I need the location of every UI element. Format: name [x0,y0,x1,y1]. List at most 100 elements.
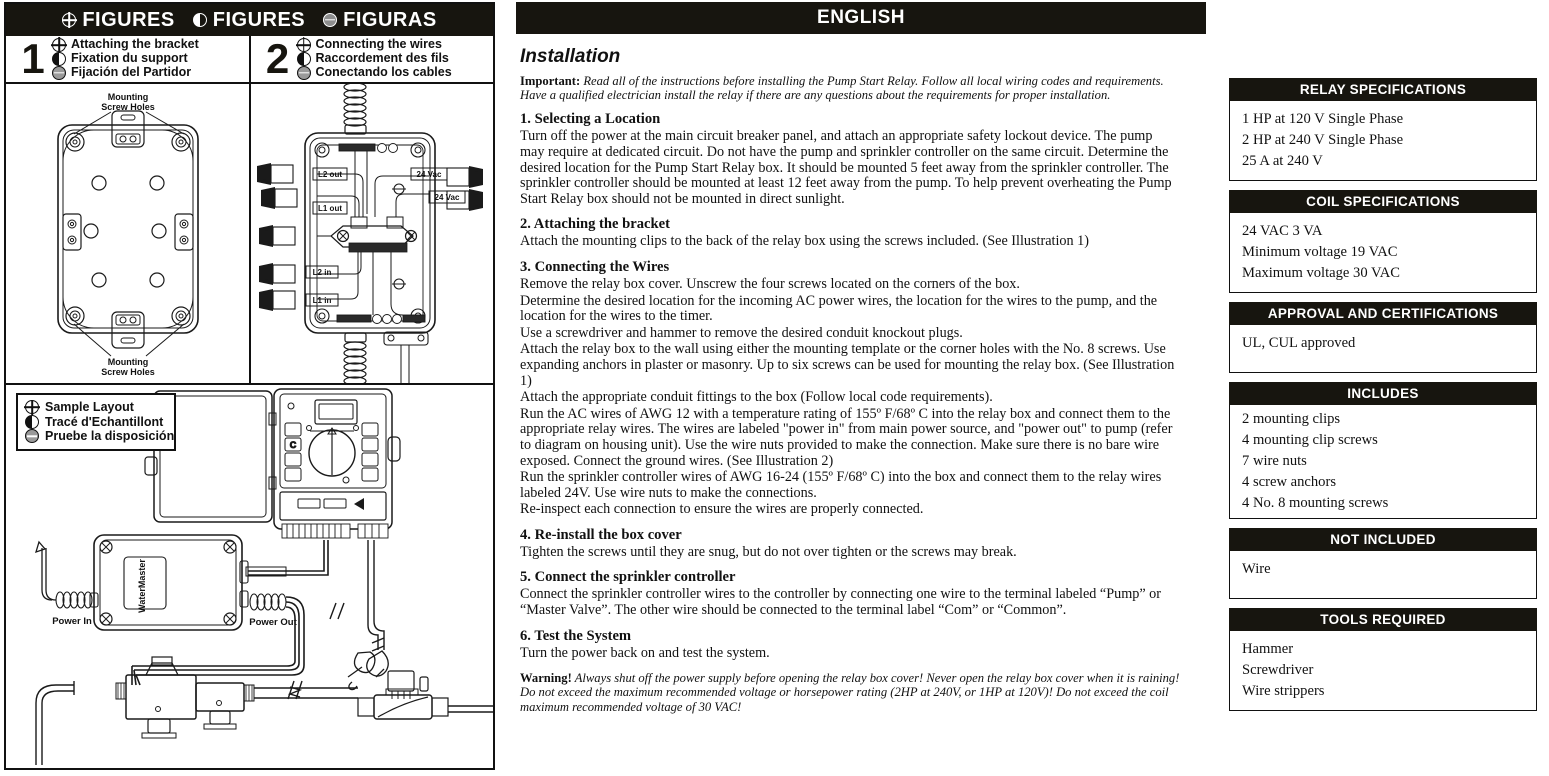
spec-item: 7 wire nuts [1242,453,1307,469]
tools-required-title: TOOLS REQUIRED [1229,608,1537,631]
relay-brand-label: WaterMaster [137,559,147,613]
section-3-paragraph-1: Remove the relay box cover. Unscrew the … [520,275,1020,292]
approval-certifications-title: APPROVAL AND CERTIFICATIONS [1229,302,1537,325]
globe-icon-french [296,52,311,66]
section-4: 4. Re-install the box cover Tighten the … [516,527,1206,561]
figure-1-title-cell: 1 Attaching the bracket Fixation du supp… [6,36,251,82]
coil-specifications-title: COIL SPECIFICATIONS [1229,190,1537,213]
figure-1-title-es: Fijación del Partidor [71,65,192,80]
figure-2-title-en: Connecting the wires [315,37,442,52]
globe-icon-english [52,38,66,52]
section-2-paragraph-1: Attach the mounting clips to the back of… [520,233,1089,250]
sample-layout-title-es: Pruebe la disposición [45,429,175,443]
includes-table: INCLUDES 2 mounting clips 4 mounting cli… [1229,382,1537,519]
section-6-heading: 6. Test the System [520,627,632,644]
power-in-label: Power In [52,616,92,627]
language-bar: ENGLISH [516,2,1206,34]
section-3-paragraph-8: Re-inspect each connection to ensure the… [520,501,924,518]
relay-specifications-table: RELAY SPECIFICATIONS 1 HP at 120 V Singl… [1229,78,1537,181]
globe-icon-french [25,414,39,429]
figure-1-illustration: Mounting Screw Holes Mounting Screw Hole… [6,84,251,383]
mounting-screw-holes-label-bottom-line1: Mounting [108,357,148,367]
section-3: 3. Connecting the Wires Remove the relay… [516,259,1206,518]
spec-item: 2 mounting clips [1242,411,1341,427]
spec-item: 25 A at 240 V [1242,153,1323,169]
figure-1-number: 1 [21,35,45,82]
important-label: Important: [520,74,581,88]
section-1-heading: 1. Selecting a Location [520,111,661,128]
section-3-heading: 3. Connecting the Wires [520,258,670,275]
figure-illustrations-row: Mounting Screw Holes Mounting Screw Hole… [6,84,493,385]
figures-header-fr: FIGURES [192,8,306,32]
spec-item: Hammer [1242,641,1294,657]
spec-item: 4 screw anchors [1242,474,1337,490]
figure-1-titles: Attaching the bracket Fixation du suppor… [52,38,199,80]
includes-title: INCLUDES [1229,382,1537,405]
important-text: Read all of the instructions before inst… [520,74,1164,103]
wire-nut [256,163,294,185]
figures-header-label-es: FIGURAS [343,8,437,31]
important-note: Important: Read all of the instructions … [520,74,1180,102]
globe-icon-english [62,13,77,27]
section-4-heading: 4. Re-install the box cover [520,526,682,543]
section-5-heading: 5. Connect the sprinkler controller [520,569,736,586]
warning-note: Warning! Always shut off the power suppl… [520,671,1180,714]
instructions-column: ENGLISH Installation Important: Read all… [516,2,1206,770]
not-included-title: NOT INCLUDED [1229,528,1537,551]
globe-icon-spanish [323,13,338,27]
wire-label-l1-out: L1 out [318,204,342,213]
svg-text:C: C [290,440,297,450]
section-1: 1. Selecting a Location Turn off the pow… [516,111,1206,207]
wire-label-24vac-1: 24 Vac [416,170,441,179]
sample-layout-title-fr: Tracé d'Echantillont [45,414,164,429]
section-5: 5. Connect the sprinkler controller Conn… [516,569,1206,618]
section-6: 6. Test the System Turn the power back o… [516,628,1206,662]
tools-required-body: Hammer Screwdriver Wire strippers [1229,631,1537,711]
page-title: Installation [520,46,621,67]
power-out-label: Power Out [249,617,297,628]
figure-2-title-cell: 2 Connecting the wires Raccordement des … [251,36,494,82]
figure-2-illustration: L2 out L1 out L2 in L1 in 24 Vac 24 Vac [251,84,494,383]
section-3-paragraph-2: Determine the desired location for the i… [520,292,1158,325]
globe-icon-spanish [52,66,66,80]
figure-2-title-es: Conectando los cables [315,65,452,80]
section-6-paragraph-1: Turn the power back on and test the syst… [520,644,770,661]
globe-icon-english [25,400,39,415]
spec-item: 2 HP at 240 V Single Phase [1242,132,1404,148]
section-4-paragraph-1: Tighten the screws until they are snug, … [520,543,1017,560]
warning-text: Always shut off the power supply before … [520,671,1180,714]
globe-icon-spanish [296,66,311,80]
mounting-screw-holes-label-bottom-line2: Screw Holes [101,367,155,377]
not-included-table: NOT INCLUDED Wire [1229,528,1537,599]
wire-label-l1-in: L1 in [312,296,331,305]
includes-body: 2 mounting clips 4 mounting clip screws … [1229,405,1537,519]
figures-panel-header: FIGURES FIGURES FIGURAS [6,4,493,36]
figures-header-label-en: FIGURES [82,8,175,31]
spec-item: Screwdriver [1242,662,1314,678]
figures-header-label-fr: FIGURES [212,8,306,31]
wire-label-l2-in: L2 in [312,268,331,277]
figure-2-number: 2 [265,35,290,82]
specifications-column: RELAY SPECIFICATIONS 1 HP at 120 V Singl… [1229,78,1537,720]
globe-icon-spanish [25,429,39,444]
wire-label-l2-out: L2 out [318,170,342,179]
spec-item: Wire [1242,561,1271,577]
spec-item: 4 mounting clip screws [1242,432,1378,448]
figures-panel: FIGURES FIGURES FIGURAS 1 Attaching the … [4,2,495,770]
figure-titles-row: 1 Attaching the bracket Fixation du supp… [6,36,493,84]
manual-page: FIGURES FIGURES FIGURAS 1 Attaching the … [0,0,1549,776]
spec-item: 1 HP at 120 V Single Phase [1242,111,1404,127]
sample-layout-caption: Sample Layout Tracé d'Echantillont Prueb… [16,393,176,451]
globe-icon-french [192,13,207,27]
not-included-body: Wire [1229,551,1537,599]
relay-specifications-title: RELAY SPECIFICATIONS [1229,78,1537,101]
mounting-screw-holes-label-top-line1: Mounting [108,92,148,102]
spec-item: 24 VAC 3 VA [1242,223,1323,239]
figures-header-es: FIGURAS [323,9,437,32]
approval-certifications-table: APPROVAL AND CERTIFICATIONS UL, CUL appr… [1229,302,1537,373]
section-3-paragraph-6: Run the AC wires of AWG 12 with a temper… [520,405,1173,469]
sample-layout-title-en: Sample Layout [45,400,134,414]
figure-2-title-fr: Raccordement des fils [315,51,449,66]
section-5-paragraph-1: Connect the sprinkler controller wires t… [520,586,1161,619]
wire-label-24vac-2: 24 Vac [434,193,459,202]
